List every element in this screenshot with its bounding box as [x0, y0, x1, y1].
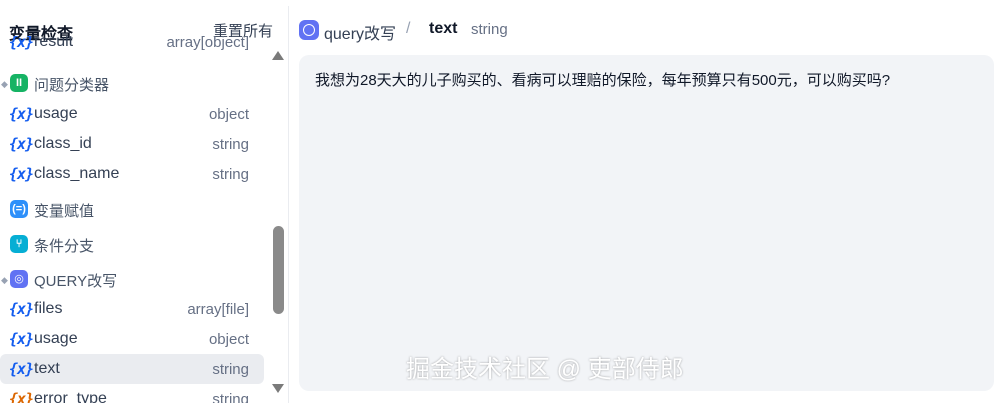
variable-icon: {x} — [9, 36, 34, 51]
breadcrumb-separator: / — [406, 20, 411, 37]
list-item-text-selected[interactable]: {x} text string — [0, 354, 264, 384]
variable-icon: {x} — [9, 360, 34, 378]
variable-type: string — [212, 361, 249, 378]
variable-list: {x} result array[object] ◆ II 问题分类器 {x} … — [0, 36, 288, 403]
variable-value-box[interactable]: 我想为28天大的儿子购买的、看病可以理赔的保险，每年预算只有500元，可以购买吗… — [299, 55, 994, 391]
node-group-variable-assign[interactable]: (=) 变量赋值 — [0, 193, 264, 223]
variable-name: text — [34, 360, 60, 377]
variable-type: array[file] — [187, 301, 249, 318]
variable-icon: {x} — [9, 330, 34, 348]
node-group-question-classifier[interactable]: ◆ II 问题分类器 — [0, 67, 264, 97]
collapse-arrow-icon[interactable]: ◆ — [1, 275, 8, 286]
llm-icon: ◎ — [10, 270, 28, 288]
variable-name: result — [34, 36, 74, 50]
llm-node-icon — [299, 20, 319, 40]
variable-type: string — [212, 166, 249, 183]
breadcrumb-variable: text — [429, 20, 458, 37]
node-group-query-rewrite[interactable]: ◆ ◎ QUERY改写 — [0, 263, 264, 293]
variable-type: string — [212, 136, 249, 153]
variable-icon: {x} — [9, 105, 34, 123]
node-group-if-else[interactable]: ⑂ 条件分支 — [0, 228, 264, 258]
breadcrumb-node[interactable]: query改写 — [324, 20, 396, 44]
scroll-down-arrow-icon[interactable] — [272, 384, 284, 393]
breadcrumb-variable-type: string — [471, 21, 508, 38]
variable-name: class_name — [34, 165, 120, 182]
question-classifier-icon: II — [10, 74, 28, 92]
variable-name: error_type — [34, 390, 107, 403]
variable-icon: {x} — [9, 300, 34, 318]
list-item-usage[interactable]: {x} usage object — [0, 324, 264, 354]
variable-detail-panel: query改写 / text string 我想为28天大的儿子购买的、看病可以… — [289, 6, 994, 403]
variable-type: array[object] — [166, 36, 249, 51]
list-item-class-id[interactable]: {x} class_id string — [0, 129, 264, 159]
scroll-up-arrow-icon[interactable] — [272, 51, 284, 60]
variable-inspector: 变量检查 重置所有 {x} result array[object] ◆ II … — [0, 0, 994, 403]
watermark: 掘金技术社区 @ 吏部侍郎 — [406, 356, 684, 383]
variable-assign-icon: (=) — [10, 200, 28, 218]
variable-name: usage — [34, 330, 78, 347]
variable-icon: {x} — [9, 165, 34, 183]
list-item-result[interactable]: {x} result array[object] — [0, 36, 264, 57]
variable-icon: {x} — [9, 135, 34, 153]
list-item-error-type[interactable]: {x} error_type string — [0, 384, 264, 403]
node-label: QUERY改写 — [34, 273, 118, 290]
scrollbar-thumb[interactable] — [273, 226, 284, 314]
variable-name: files — [34, 300, 63, 317]
variable-value-text: 我想为28天大的儿子购买的、看病可以理赔的保险，每年预算只有500元，可以购买吗… — [315, 72, 891, 89]
variable-list-panel: 变量检查 重置所有 {x} result array[object] ◆ II … — [0, 6, 289, 403]
node-label: 变量赋值 — [34, 203, 95, 220]
list-item-files[interactable]: {x} files array[file] — [0, 294, 264, 324]
variable-type: object — [208, 106, 249, 123]
variable-icon: {x} — [9, 390, 34, 403]
collapse-arrow-icon[interactable]: ◆ — [1, 79, 8, 90]
variable-type: string — [212, 391, 249, 403]
variable-name: class_id — [34, 135, 92, 152]
branch-icon: ⑂ — [10, 235, 28, 253]
node-label: 条件分支 — [34, 238, 95, 255]
variable-type: object — [208, 331, 249, 348]
variable-name: usage — [34, 105, 78, 122]
list-item-usage[interactable]: {x} usage object — [0, 99, 264, 129]
node-label: 问题分类器 — [34, 77, 110, 94]
list-item-class-name[interactable]: {x} class_name string — [0, 159, 264, 189]
